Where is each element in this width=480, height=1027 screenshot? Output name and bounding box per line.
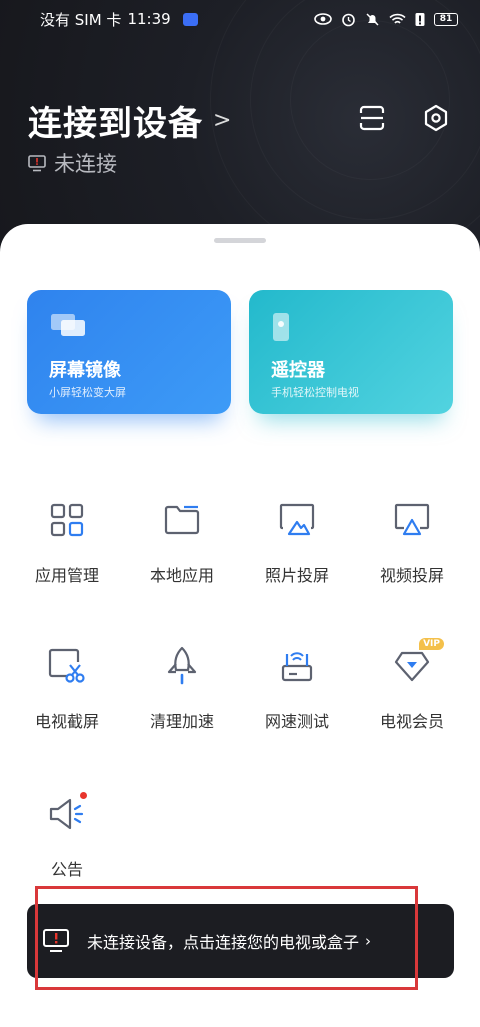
status-bar: 没有 SIM 卡 11:39 81 — [0, 0, 480, 38]
card-title: 遥控器 — [271, 360, 325, 381]
tool-label: 电视会员 — [379, 712, 444, 731]
connect-device-title[interactable]: 连接到设备 > — [28, 96, 232, 145]
settings-hexagon-icon — [424, 104, 448, 132]
tool-video-cast[interactable]: 视频投屏 — [354, 500, 470, 586]
scan-icon — [359, 105, 385, 131]
carrier-text: 没有 SIM 卡 — [40, 10, 122, 29]
tool-app-management[interactable]: 应用管理 — [9, 500, 125, 586]
unread-dot — [80, 792, 87, 799]
tool-announcement[interactable]: 公告 — [9, 792, 125, 880]
card-subtitle: 小屏轻松变大屏 — [49, 386, 126, 399]
connection-status-text: 未连接 — [54, 152, 117, 176]
highlight-box — [35, 886, 418, 990]
screenshot-scissors-icon — [48, 648, 85, 683]
tool-speed-test[interactable]: 网速测试 — [239, 646, 355, 732]
card-title: 屏幕镜像 — [49, 360, 121, 381]
tool-label: 清理加速 — [149, 712, 214, 731]
vip-badge: VIP — [419, 638, 444, 650]
battery-alert-icon — [415, 12, 425, 26]
card-subtitle: 手机轻松控制电视 — [271, 386, 359, 399]
settings-button[interactable] — [418, 100, 454, 136]
screen-mirror-card[interactable]: 屏幕镜像 小屏轻松变大屏 — [27, 290, 231, 414]
tool-label: 本地应用 — [149, 566, 214, 585]
scan-button[interactable] — [354, 100, 390, 136]
router-icon — [281, 652, 313, 682]
tool-label: 网速测试 — [264, 712, 329, 731]
page-title: 连接到设备 — [28, 104, 203, 144]
megaphone-icon — [49, 798, 84, 830]
tool-clean-boost[interactable]: 清理加速 — [124, 646, 240, 732]
connection-status: 未连接 — [28, 148, 117, 178]
mute-bell-icon — [366, 12, 379, 26]
tool-label: 电视截屏 — [34, 712, 99, 731]
screen-mirror-icon — [51, 314, 85, 336]
battery-icon: 81 — [434, 12, 458, 26]
drag-handle[interactable] — [214, 238, 266, 243]
apps-grid-icon — [50, 503, 84, 537]
notification-icon — [182, 12, 198, 26]
clock: 11:39 — [127, 10, 171, 28]
remote-control-card[interactable]: 遥控器 手机轻松控制电视 — [249, 290, 453, 414]
diamond-vip-icon — [394, 651, 430, 682]
wifi-icon — [389, 13, 406, 24]
tool-label: 应用管理 — [34, 566, 99, 585]
tool-tv-vip[interactable]: VIP 电视会员 — [354, 638, 470, 732]
tool-tv-screenshot[interactable]: 电视截屏 — [9, 646, 125, 732]
tool-local-apps[interactable]: 本地应用 — [124, 500, 240, 586]
tool-label: 视频投屏 — [379, 566, 444, 585]
tool-label: 照片投屏 — [264, 566, 329, 585]
folder-icon — [164, 505, 200, 535]
rocket-icon — [167, 646, 197, 685]
tool-photo-cast[interactable]: 照片投屏 — [239, 500, 355, 586]
alarm-icon — [342, 13, 355, 26]
eye-icon — [314, 13, 332, 25]
photo-cast-icon — [279, 503, 315, 536]
chevron-right-icon: > — [213, 108, 233, 133]
video-cast-icon — [394, 503, 430, 536]
tool-label: 公告 — [50, 860, 83, 879]
tv-alert-icon — [28, 154, 46, 171]
remote-control-icon — [273, 313, 289, 341]
